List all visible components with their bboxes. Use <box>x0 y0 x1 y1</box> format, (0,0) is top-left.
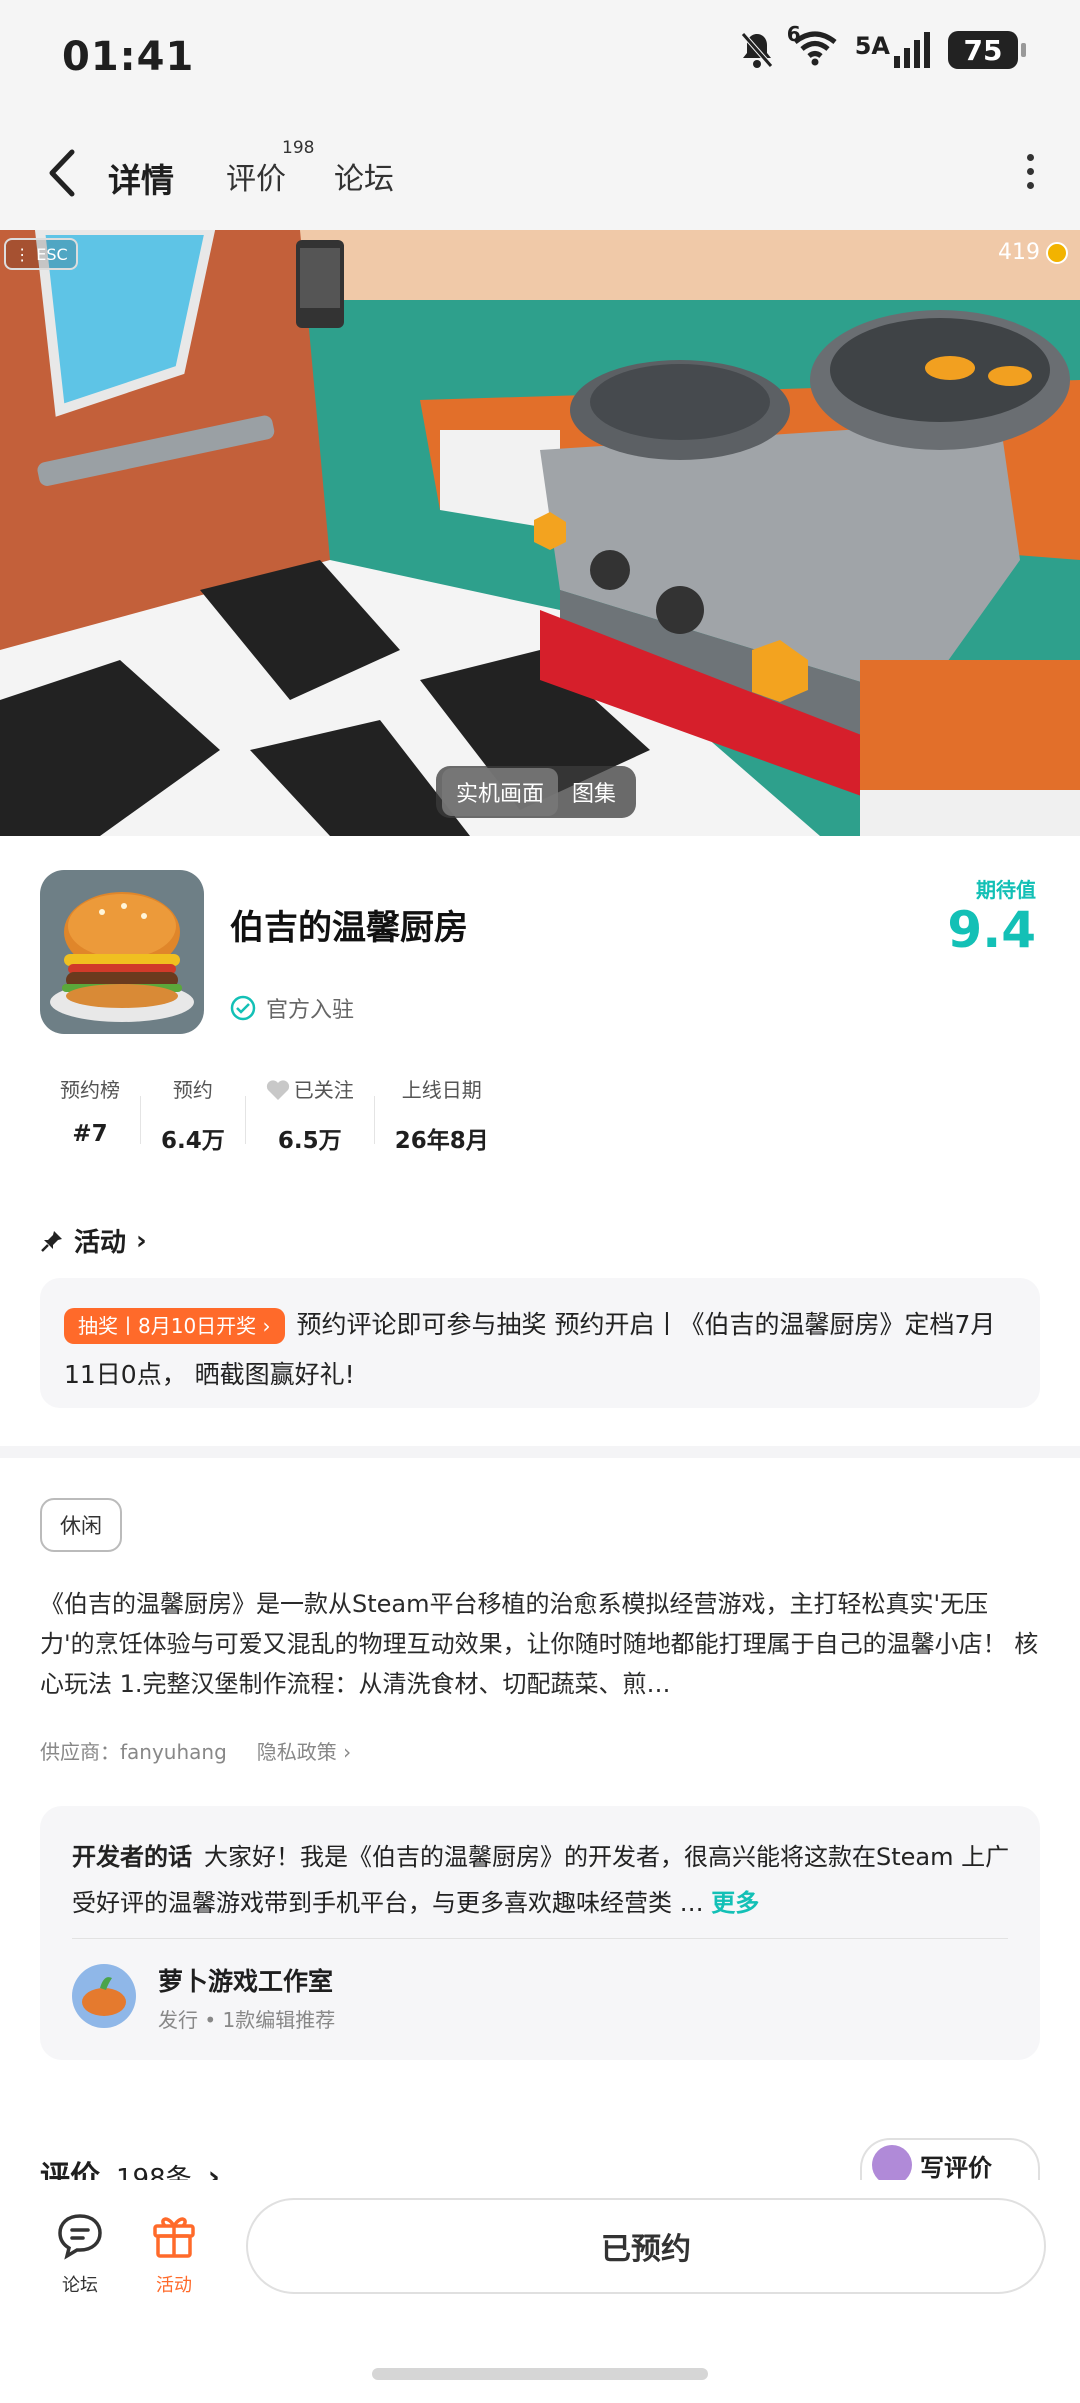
verified-check-icon <box>230 995 256 1021</box>
activity-header[interactable]: 活动 › <box>40 1222 147 1259</box>
game-title: 伯吉的温馨厨房 <box>230 908 468 948</box>
expectation-score: 期待值 9.4 <box>947 874 1036 958</box>
hero-media[interactable]: ⋮ ESC 419 实机画面 图集 <box>0 230 1080 836</box>
esc-button[interactable]: ⋮ ESC <box>4 238 78 270</box>
stat-reservations: 预约 6.4万 <box>141 1074 245 1155</box>
game-description[interactable]: 《伯吉的温馨厨房》是一款从Steam平台移植的治愈系模拟经营游戏，主打轻松真实'… <box>40 1584 1040 1704</box>
stat-followers[interactable]: 已关注 6.5万 <box>246 1074 374 1155</box>
tab-detail-label: 详情 <box>108 161 174 200</box>
developer-more-link[interactable]: 更多 <box>711 1889 759 1917</box>
esc-label: ESC <box>36 244 68 264</box>
pin-icon <box>41 1230 62 1252</box>
network-type: 5A <box>854 32 890 60</box>
media-switch: 实机画面 图集 <box>436 766 637 818</box>
stat-label: 预约 <box>172 1078 213 1102</box>
developer-text: 大家好！我是《伯吉的温馨厨房》的开发者，很高兴能将这款在Steam 上广受好评的… <box>72 1843 1010 1917</box>
official-label: 官方入驻 <box>266 998 355 1023</box>
chevron-right-icon: › <box>136 1225 147 1256</box>
stat-rank[interactable]: 预约榜 #7 <box>40 1074 140 1155</box>
status-bar: 01:41 6 5A 75 <box>0 0 1080 118</box>
activity-label: 活动 <box>156 2275 192 2296</box>
tab-forum-label: 论坛 <box>334 162 394 197</box>
developer-card: 开发者的话 大家好！我是《伯吉的温馨厨房》的开发者，很高兴能将这款在Steam 上… <box>40 1806 1040 2060</box>
tab-review-label: 评价 <box>226 162 286 197</box>
stat-release-date: 上线日期 26年8月 <box>375 1074 509 1155</box>
developer-message[interactable]: 开发者的话 大家好！我是《伯吉的温馨厨房》的开发者，很高兴能将这款在Steam 上… <box>72 1834 1012 1926</box>
game-stats: 预约榜 #7 预约 6.4万 已关注 6.5万 上线日期 26年8月 <box>40 1074 509 1155</box>
studio-subtitle: 发行 • 1款编辑推荐 <box>158 2008 336 2032</box>
forum-button[interactable]: 论坛 <box>40 2210 120 2297</box>
stat-label: 预约榜 <box>60 1078 120 1102</box>
wifi-badge: 6 <box>786 22 801 46</box>
more-options-icon[interactable] <box>1020 154 1040 194</box>
home-indicator[interactable] <box>372 2368 708 2380</box>
studio-name[interactable]: 萝卜游戏工作室 <box>158 1962 333 1998</box>
tab-review[interactable]: 评价 <box>226 154 286 198</box>
supplier-label: 供应商：fanyuhang <box>40 1740 227 1764</box>
kitchen-scene-image <box>0 230 1080 836</box>
battery-indicator: 75 <box>948 31 1026 69</box>
stat-value: 6.5万 <box>277 1128 342 1154</box>
top-nav: 详情 评价 198 论坛 <box>0 118 1080 230</box>
forum-label: 论坛 <box>62 2275 98 2296</box>
tab-detail[interactable]: 详情 <box>102 154 180 208</box>
carrot-icon <box>82 1977 126 2016</box>
reserved-button[interactable]: 已预约 <box>246 2198 1046 2294</box>
activity-button[interactable]: 活动 <box>134 2210 214 2297</box>
tab-forum[interactable]: 论坛 <box>334 154 394 198</box>
stat-value: 6.4万 <box>161 1128 225 1154</box>
expectation-value: 9.4 <box>947 901 1036 959</box>
status-time: 01:41 <box>62 34 195 80</box>
privacy-policy-link[interactable]: 隐私政策 › <box>257 1736 351 1765</box>
status-icons: 6 5A 75 <box>739 22 1026 70</box>
card-divider <box>72 1938 1008 1939</box>
lottery-badge: 抽奖丨8月10日开奖 › <box>64 1308 285 1344</box>
official-badge: 官方入驻 <box>230 992 354 1024</box>
section-divider <box>0 1446 1080 1458</box>
write-review-label: 写评价 <box>920 2153 992 2182</box>
game-icon[interactable] <box>40 870 204 1034</box>
coin-icon <box>1046 241 1068 264</box>
studio-avatar[interactable] <box>72 1964 136 2028</box>
burger-icon <box>40 870 204 1034</box>
media-switch-live[interactable]: 实机画面 <box>442 768 559 816</box>
stat-label: 已关注 <box>266 1074 354 1103</box>
bottom-action-bar: 论坛 活动 已预约 <box>0 2180 1080 2403</box>
activity-card[interactable]: 抽奖丨8月10日开奖 › 预约评论即可参与抽奖 预约开启丨《伯吉的温馨厨房》定档7… <box>40 1278 1040 1408</box>
supplier-info: 供应商：fanyuhang 隐私政策 › <box>40 1736 351 1765</box>
expectation-label: 期待值 <box>976 878 1036 902</box>
menu-dots-icon: ⋮ <box>14 244 31 264</box>
coin-counter: 419 <box>998 240 1068 265</box>
developer-heading: 开发者的话 <box>72 1843 192 1871</box>
bell-off-icon <box>740 32 773 68</box>
chat-bubble-icon <box>58 2214 102 2260</box>
media-switch-gallery[interactable]: 图集 <box>558 768 630 816</box>
stat-value: #7 <box>72 1121 108 1147</box>
back-arrow-icon[interactable] <box>40 144 88 202</box>
tab-review-count: 198 <box>282 138 315 158</box>
gift-icon <box>153 2217 195 2258</box>
genre-tag[interactable]: 休闲 <box>40 1498 122 1552</box>
coin-count: 419 <box>998 240 1040 265</box>
signal-icon <box>894 32 930 68</box>
stat-value: 26年8月 <box>394 1128 489 1154</box>
user-avatar <box>872 2145 912 2185</box>
stat-label: 上线日期 <box>401 1078 482 1102</box>
activity-title: 活动 <box>74 1228 127 1258</box>
heart-icon <box>266 1080 289 1100</box>
